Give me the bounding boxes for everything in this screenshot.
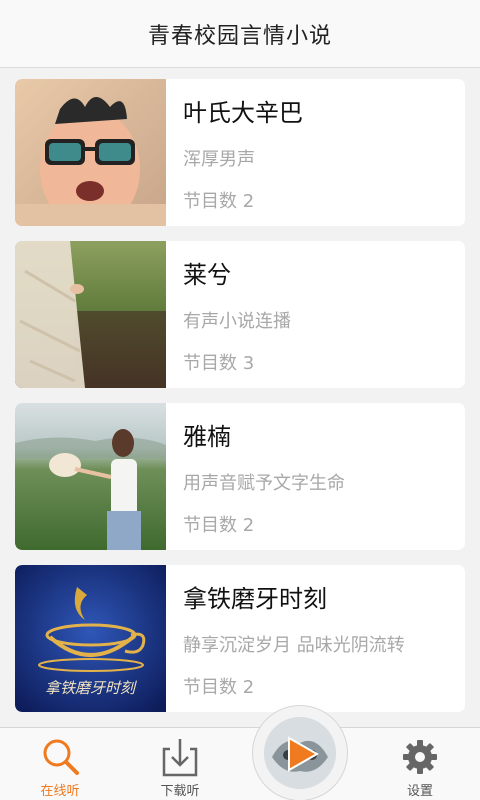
album-list: 叶氏大辛巴 浑厚男声 节目数 2 莱兮 有声小说连播 节目数 3 雅楠 用声音赋… — [15, 79, 465, 727]
album-cover-image — [15, 403, 166, 550]
episode-count: 节目数 2 — [183, 677, 255, 698]
album-cover-image — [15, 79, 166, 226]
album-title: 叶氏大辛巴 — [183, 99, 303, 127]
now-playing-button[interactable] — [252, 705, 348, 800]
header: 青春校园言情小说 — [0, 0, 480, 68]
album-card[interactable]: 莱兮 有声小说连播 节目数 3 — [15, 241, 465, 388]
album-title: 拿铁磨牙时刻 — [183, 585, 327, 613]
album-description: 静享沉淀岁月 品味光阴流转 — [183, 635, 405, 656]
album-card[interactable]: 雅楠 用声音赋予文字生命 节目数 2 — [15, 403, 465, 550]
album-description: 用声音赋予文字生命 — [183, 473, 345, 494]
tab-label: 下载听 — [160, 784, 200, 799]
tab-label: 在线听 — [40, 784, 80, 799]
album-description: 浑厚男声 — [183, 149, 255, 170]
album-description: 有声小说连播 — [183, 311, 291, 332]
episode-count: 节目数 2 — [183, 191, 255, 212]
album-cover-image — [15, 241, 166, 388]
album-cover-image: 拿铁磨牙时刻 — [15, 565, 166, 712]
tab-label: 设置 — [406, 784, 433, 799]
page-title: 青春校园言情小说 — [147, 23, 332, 49]
search-icon — [40, 736, 80, 778]
album-title: 莱兮 — [183, 261, 231, 289]
cover-text: 拿铁磨牙时刻 — [45, 679, 137, 697]
episode-count: 节目数 3 — [183, 353, 255, 374]
episode-count: 节目数 2 — [183, 515, 255, 536]
tab-download-listen[interactable]: 下载听 — [120, 728, 240, 800]
album-card[interactable]: 拿铁磨牙时刻 拿铁磨牙时刻 静享沉淀岁月 品味光阴流转 节目数 2 — [15, 565, 465, 712]
download-icon — [160, 736, 200, 778]
album-title: 雅楠 — [183, 423, 231, 451]
tab-settings[interactable]: 设置 — [360, 728, 480, 800]
bottom-tab-bar: 在线听 下载听 设置 — [0, 727, 480, 800]
gear-icon — [400, 736, 440, 778]
play-icon — [287, 736, 320, 776]
tab-listen-online[interactable]: 在线听 — [0, 728, 120, 800]
album-card[interactable]: 叶氏大辛巴 浑厚男声 节目数 2 — [15, 79, 465, 226]
